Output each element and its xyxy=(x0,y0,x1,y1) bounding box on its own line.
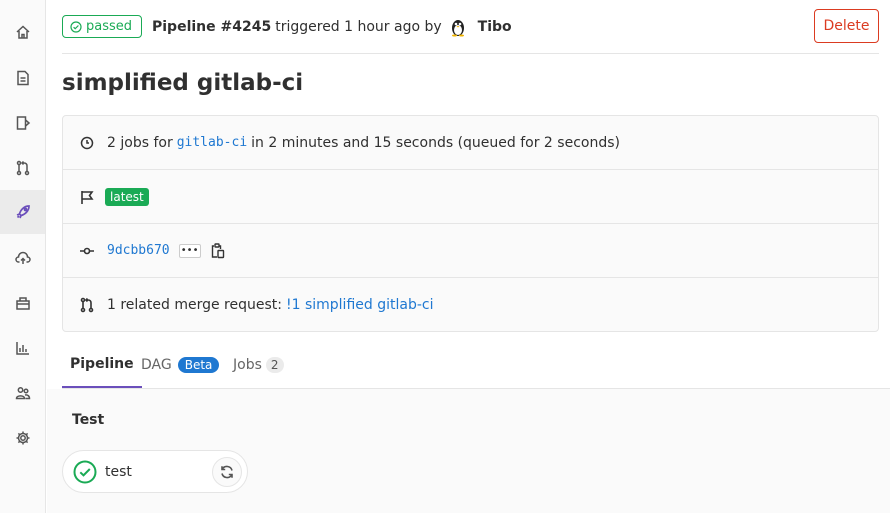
users-icon xyxy=(15,387,30,400)
tab-dag[interactable]: DAG Beta xyxy=(141,342,220,388)
retry-icon xyxy=(221,465,233,479)
branch-link[interactable]: gitlab-ci xyxy=(177,135,247,150)
sidebar-item-settings[interactable] xyxy=(0,416,45,460)
rocket-icon xyxy=(16,205,30,219)
job-name: test xyxy=(105,463,132,480)
tab-label: Jobs xyxy=(233,357,262,373)
merge-request-icon xyxy=(16,160,29,176)
package-icon xyxy=(15,297,30,310)
status-label: passed xyxy=(86,19,133,34)
avatar[interactable] xyxy=(448,17,468,37)
cloud-upload-icon xyxy=(14,251,31,264)
mr-prefix: 1 related merge request: xyxy=(107,297,282,313)
jobs-duration-row: 2 jobs for gitlab-ci in 2 minutes and 15… xyxy=(63,116,878,170)
delete-button[interactable]: Delete xyxy=(814,9,879,43)
home-icon xyxy=(15,25,30,39)
latest-badge: latest xyxy=(105,187,149,206)
status-badge[interactable]: passed xyxy=(62,15,143,38)
flag-icon xyxy=(81,190,94,204)
sidebar-item-issues[interactable] xyxy=(0,101,45,145)
merge-request-row: 1 related merge request: !1 simplified g… xyxy=(63,278,878,332)
sidebar-item-merge-requests[interactable] xyxy=(0,146,45,190)
stage-title: Test xyxy=(72,412,105,428)
sidebar-item-operations[interactable] xyxy=(0,236,45,280)
pipeline-summary: Pipeline #4245 triggered 1 hour ago by T… xyxy=(152,17,512,37)
tab-pipeline[interactable]: Pipeline xyxy=(62,342,142,388)
sidebar-item-members[interactable] xyxy=(0,371,45,415)
beta-badge: Beta xyxy=(177,357,220,373)
jobs-count-badge: 2 xyxy=(265,357,284,373)
pipeline-graph: Test test xyxy=(47,389,890,513)
pipeline-id: Pipeline #4245 xyxy=(152,19,272,35)
issues-icon xyxy=(16,116,30,130)
page-title: simplified gitlab-ci xyxy=(62,70,304,96)
sidebar-item-packages[interactable] xyxy=(0,281,45,325)
sidebar-item-ci-cd[interactable] xyxy=(0,190,45,234)
pipeline-header: passed Pipeline #4245 triggered 1 hour a… xyxy=(62,0,879,54)
user-name[interactable]: Tibo xyxy=(478,19,512,35)
sidebar-item-project-overview[interactable] xyxy=(0,10,45,54)
triggered-text: triggered 1 hour ago by xyxy=(275,19,442,35)
gear-icon xyxy=(16,431,29,445)
chart-icon xyxy=(15,342,29,355)
copy-icon[interactable] xyxy=(211,242,225,259)
pipeline-info-card: 2 jobs for gitlab-ci in 2 minutes and 15… xyxy=(62,115,879,332)
jobs-prefix: 2 jobs for xyxy=(107,134,173,151)
commit-row: 9dcbb670 ••• xyxy=(63,224,878,278)
tab-label: DAG xyxy=(141,357,172,373)
sidebar-item-repository[interactable] xyxy=(0,56,45,100)
job-card[interactable]: test xyxy=(62,450,248,493)
tags-row: latest xyxy=(63,170,878,224)
project-sidebar xyxy=(0,0,46,513)
expand-commit-message-button[interactable]: ••• xyxy=(178,243,201,258)
sidebar-item-analytics[interactable] xyxy=(0,326,45,370)
tab-jobs[interactable]: Jobs 2 xyxy=(233,342,284,388)
status-success-icon xyxy=(73,460,97,483)
commit-icon xyxy=(80,247,94,254)
commit-sha-link[interactable]: 9dcbb670 xyxy=(107,243,170,258)
tab-label: Pipeline xyxy=(70,356,134,372)
merge-request-link[interactable]: !1 simplified gitlab-ci xyxy=(286,297,434,313)
document-icon xyxy=(16,70,29,86)
retry-button[interactable] xyxy=(212,457,242,487)
check-circle-icon xyxy=(70,20,82,33)
jobs-suffix: in 2 minutes and 15 seconds (queued for … xyxy=(251,134,620,151)
merge-request-icon xyxy=(80,297,94,313)
clock-icon xyxy=(80,136,94,149)
pipeline-tabs: Pipeline DAG Beta Jobs 2 xyxy=(62,342,890,389)
